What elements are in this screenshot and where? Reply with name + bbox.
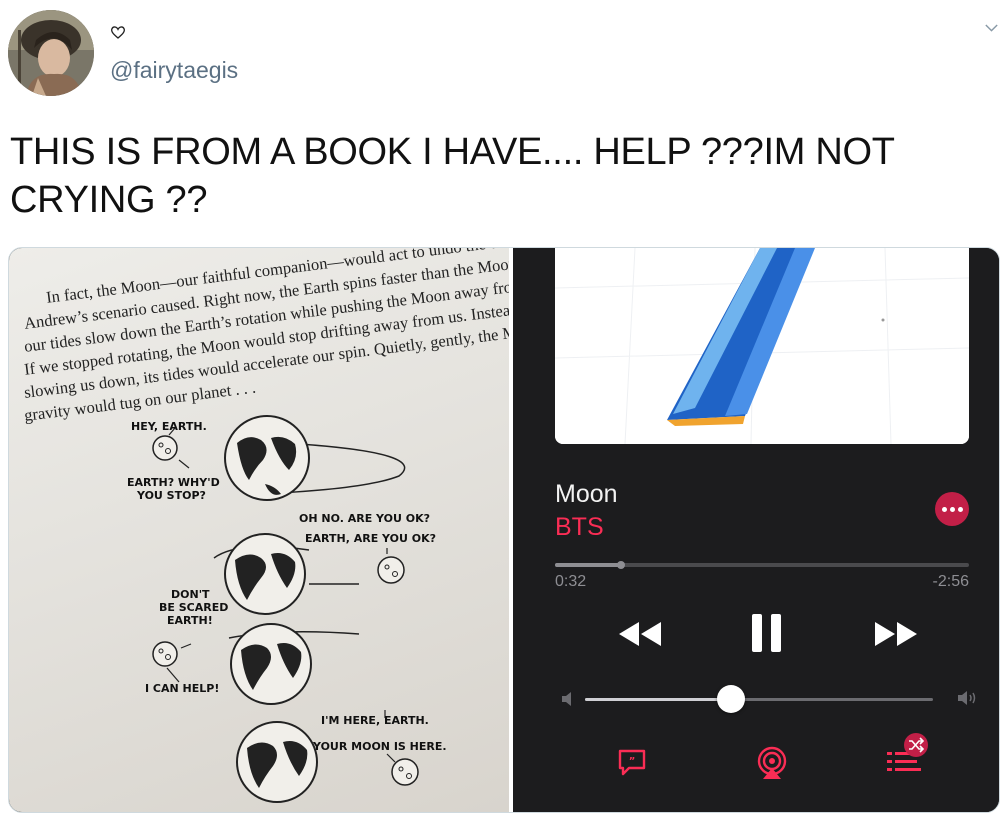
comic-caption: BE SCARED <box>159 601 229 614</box>
comic-caption: EARTH? WHY'D <box>127 476 220 489</box>
comic-caption: I'M HERE, EARTH. <box>321 714 429 727</box>
book-page-photo: In fact, the Moon—our faithful companion… <box>9 248 509 812</box>
avatar[interactable] <box>8 10 94 96</box>
comic-caption: OH NO. ARE YOU OK? <box>299 512 430 525</box>
progress-bar[interactable] <box>555 561 969 569</box>
progress-knob[interactable] <box>617 561 626 569</box>
more-icon[interactable] <box>935 492 969 526</box>
album-artwork <box>555 248 969 444</box>
avatar-image <box>8 10 94 96</box>
rewind-icon[interactable] <box>617 619 663 649</box>
airplay-icon[interactable] <box>755 746 789 780</box>
user-handle[interactable]: @fairytaegis <box>110 57 238 84</box>
tweet-media[interactable]: In fact, the Moon—our faithful companion… <box>8 247 1000 813</box>
comic-drawing <box>152 415 419 803</box>
shuffle-icon <box>904 733 928 757</box>
svg-text:”: ” <box>629 756 636 767</box>
volume-fill <box>585 698 732 701</box>
queue-button[interactable] <box>883 732 931 782</box>
volume-slider[interactable] <box>585 685 933 713</box>
pause-icon[interactable] <box>749 612 785 654</box>
heart-icon[interactable] <box>110 24 126 40</box>
comic-caption: YOUR MOON IS HERE. <box>313 740 447 753</box>
comic-caption: DON'T <box>171 588 210 601</box>
volume-low-icon <box>562 692 571 706</box>
comic-caption: YOU STOP? <box>137 489 206 502</box>
comic-caption: EARTH! <box>167 614 213 627</box>
tweet: @fairytaegis THIS IS FROM A BOOK I HAVE.… <box>0 0 1000 818</box>
remaining-time: -2:56 <box>932 573 969 590</box>
song-title: Moon <box>555 480 618 508</box>
volume-knob[interactable] <box>717 685 746 713</box>
comic-caption: HEY, EARTH. <box>131 420 207 433</box>
artwork-image <box>555 248 969 444</box>
fast-forward-icon[interactable] <box>873 619 919 649</box>
chevron-down-icon[interactable] <box>983 20 1000 37</box>
comic-panel-2 <box>213 533 405 615</box>
artist-name[interactable]: BTS <box>555 513 604 542</box>
tweet-text: THIS IS FROM A BOOK I HAVE.... HELP ???I… <box>10 131 894 221</box>
progress-fill <box>555 563 622 567</box>
comic-caption: EARTH, ARE YOU OK? <box>305 532 436 545</box>
music-player: Moon BTS 0:32 -2:56 ” <box>513 248 999 812</box>
comic-caption: I CAN HELP! <box>145 682 220 695</box>
volume-high-icon <box>958 691 976 705</box>
elapsed-time: 0:32 <box>555 573 587 590</box>
lyrics-icon[interactable]: ” <box>617 748 647 778</box>
